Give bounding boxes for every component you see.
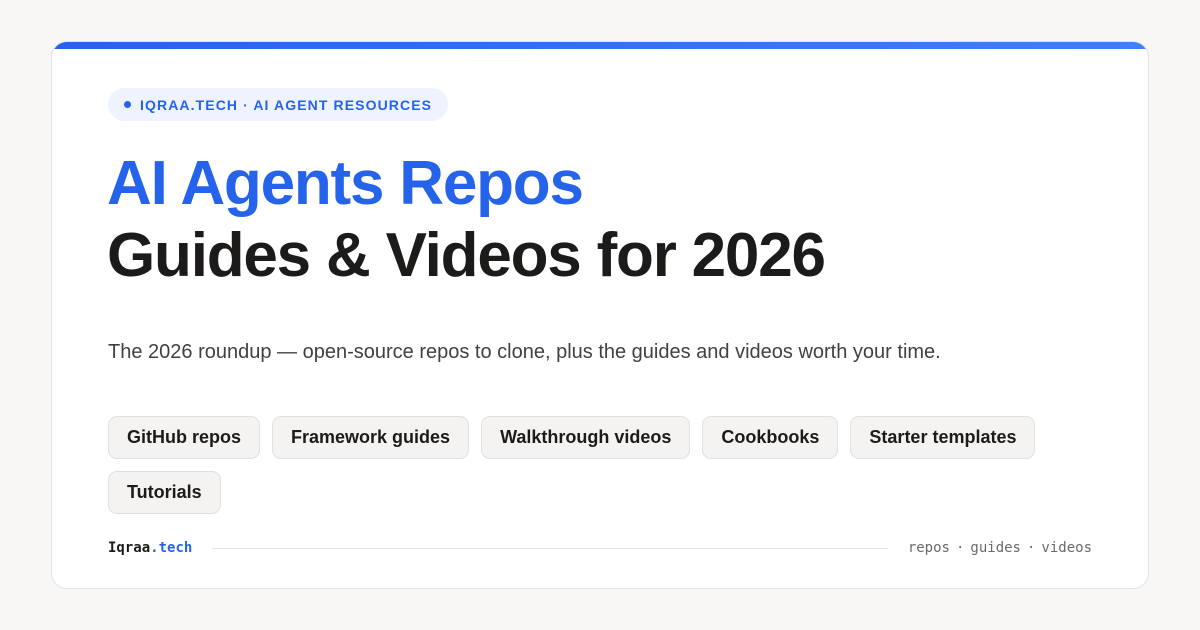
footer-tag: repos [907, 540, 950, 556]
accent-bar [52, 42, 1148, 49]
chip-starter-templates[interactable]: Starter templates [850, 416, 1036, 459]
brand-name: Iqraa [108, 540, 151, 556]
badge-label: IQRAA.TECH · AI AGENT RESOURCES [140, 96, 433, 113]
og-card: IQRAA.TECH · AI AGENT RESOURCES AI Agent… [51, 41, 1149, 589]
chip-framework-guides[interactable]: Framework guides [272, 416, 470, 459]
chip-tutorials[interactable]: Tutorials [108, 471, 221, 514]
footer-tag: videos [1041, 540, 1092, 556]
page-subtitle: The 2026 roundup — open-source repos to … [108, 341, 941, 363]
chip-github-repos[interactable]: GitHub repos [108, 416, 261, 459]
footer-divider [212, 547, 888, 549]
footer: Iqraa.tech repos · guides · videos [108, 536, 1092, 560]
topic-chips: GitHub repos Framework guides Walkthroug… [108, 416, 1068, 514]
dot-icon [124, 101, 131, 108]
brand-dot: . [150, 540, 159, 556]
footer-separator: · [955, 540, 965, 556]
footer-tag: guides [970, 540, 1021, 556]
page-title-line-1: AI Agents Repos [107, 149, 584, 218]
brand-tld: tech [158, 540, 193, 556]
brand-logo: Iqraa.tech [108, 540, 192, 556]
footer-separator: · [1026, 540, 1036, 556]
site-badge: IQRAA.TECH · AI AGENT RESOURCES [108, 88, 449, 121]
footer-tags: repos · guides · videos [908, 540, 1092, 556]
chip-walkthrough-videos[interactable]: Walkthrough videos [481, 416, 691, 459]
chip-cookbooks[interactable]: Cookbooks [702, 416, 839, 459]
page-title-line-2: Guides & Videos for 2026 [107, 221, 826, 290]
